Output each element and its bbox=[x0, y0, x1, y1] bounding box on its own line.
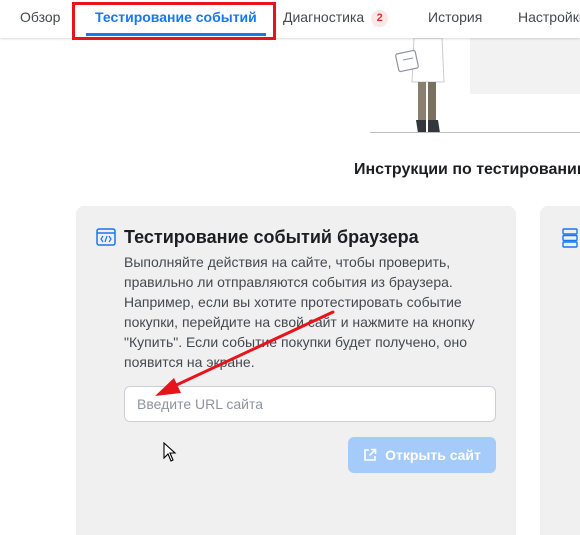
open-website-button-label: Открыть сайт bbox=[385, 447, 481, 463]
card-description: Выполняйте действия на сайте, чтобы пров… bbox=[124, 254, 475, 370]
external-link-icon bbox=[364, 448, 377, 461]
server-events-card bbox=[540, 206, 580, 535]
website-url-input[interactable] bbox=[124, 386, 496, 422]
card-title: Тестирование событий браузера bbox=[124, 227, 419, 247]
tab-diagnostics[interactable]: Диагностика 2 bbox=[283, 9, 389, 27]
illustration-panel bbox=[470, 38, 580, 94]
tab-test-events[interactable]: Тестирование событий bbox=[95, 9, 257, 25]
illustration-floor-line bbox=[370, 132, 580, 133]
diagnostics-count-badge: 2 bbox=[371, 10, 389, 27]
mouse-cursor-icon bbox=[163, 442, 177, 462]
active-tab-indicator bbox=[86, 33, 266, 36]
tab-settings[interactable]: Настройки bbox=[518, 9, 580, 25]
person-illustration bbox=[395, 38, 445, 133]
tab-history[interactable]: История bbox=[428, 9, 482, 25]
server-icon bbox=[562, 228, 578, 248]
tab-overview[interactable]: Обзор bbox=[20, 9, 60, 25]
section-title: Инструкции по тестированию bbox=[354, 161, 580, 178]
tab-diagnostics-label: Диагностика bbox=[283, 9, 365, 25]
code-window-icon bbox=[96, 228, 116, 246]
open-website-button[interactable]: Открыть сайт bbox=[348, 437, 496, 473]
